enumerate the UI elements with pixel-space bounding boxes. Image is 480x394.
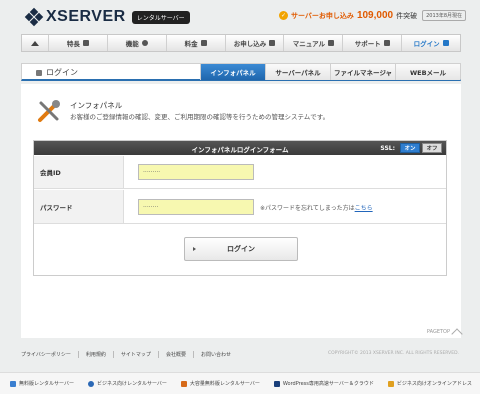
partner-link-large-capacity[interactable]: 大容量無料版レンタルサーバー [180,380,260,387]
partner-logo-icon [180,380,187,387]
nav-apply[interactable]: お申し込み [224,35,284,51]
footer-link-contact[interactable]: お問い合わせ [194,351,238,358]
page-title: ログイン [36,67,78,78]
promo-label: サーバーお申し込み [291,11,354,20]
book-icon [328,40,335,46]
nav-support[interactable]: サポート [342,35,401,51]
footer-link-privacy[interactable]: プライバシーポリシー [21,351,79,358]
nav-pricing[interactable]: 料金 [165,35,225,51]
promo-banner: ✓ サーバーお申し込み 109,000 件突破 2013年8月現在 [279,10,466,21]
partner-link-business[interactable]: ビジネス向けレンタルサーバー [87,380,167,387]
partner-logo-icon [387,380,394,387]
promo-date: 2013年8月現在 [422,10,466,21]
tag-icon [200,40,207,46]
nav-home[interactable] [22,35,48,51]
forgot-password-link[interactable]: こちら [355,205,373,212]
partner-logo-icon [273,380,280,387]
nav-features[interactable]: 特長 [48,35,107,51]
padlock-icon [36,69,42,76]
monitor-icon [82,40,89,46]
password-row: パスワード ※パスワードを忘れてしまった方はこちら [34,190,446,224]
forgot-password-text: ※パスワードを忘れてしまった方はこちら [260,205,373,212]
pagetop-link[interactable]: PAGETOP [427,326,463,340]
member-id-input[interactable] [138,164,254,180]
person-icon [383,40,390,46]
chevron-up-icon [451,328,463,340]
footer-link-terms[interactable]: 利用規約 [79,351,114,358]
mouse-icon [141,40,148,46]
member-id-label: 会員ID [34,156,124,188]
copyright: COPYRIGHT© 2013 XSERVER INC. ALL RIGHTS … [327,351,459,356]
tab-file-manager[interactable]: ファイルマネージャ [330,64,395,80]
form-header: インフォパネルログインフォーム SSL: オン オフ [34,141,446,155]
promo-count: 109,000 [356,10,394,21]
lock-icon [442,40,449,46]
nav-functions[interactable]: 機能 [106,35,166,51]
partner-links: 無料版レンタルサーバー ビジネス向けレンタルサーバー 大容量無料版レンタルサーバ… [0,372,480,394]
intro-title: インフォパネル [70,101,123,110]
partner-logo-icon [87,380,94,387]
tab-webmail[interactable]: WEBメール [395,64,460,80]
password-input[interactable] [138,199,254,215]
ssl-toggle: SSL: オン オフ [380,143,442,153]
pencil-icon [269,40,276,46]
password-label: パスワード [34,190,124,223]
tab-info-panel[interactable]: インフォパネル [200,64,265,80]
footer-link-company[interactable]: 会社概要 [159,351,194,358]
ssl-off-button[interactable]: オフ [422,143,442,153]
nav-login[interactable]: ログイン [401,35,460,51]
nav-manual[interactable]: マニュアル [283,35,342,51]
promo-suffix: 件突破 [396,11,418,20]
main-nav: 特長 機能 料金 お申し込み マニュアル サポート ログイン [21,34,461,52]
brand-name: XSERVER [46,8,126,25]
partner-link-wordpress[interactable]: WordPress専用高速サーバー＆クラウド [273,380,374,387]
partner-link-free-server[interactable]: 無料版レンタルサーバー [10,380,74,387]
member-id-row: 会員ID [34,156,446,189]
tools-icon [38,100,60,122]
tab-server-panel[interactable]: サーバーパネル [265,64,330,80]
logo-diamonds-icon [24,7,44,27]
home-icon [31,40,39,46]
ssl-on-button[interactable]: オン [400,143,420,153]
footer-links: プライバシーポリシー 利用規約 サイトマップ 会社概要 お問い合わせ [21,351,238,358]
panel-tabs: インフォパネル サーバーパネル ファイルマネージャ WEBメール [200,64,460,80]
arrow-right-icon [193,247,196,251]
footer-link-sitemap[interactable]: サイトマップ [114,351,159,358]
coin-icon: ✓ [279,11,288,20]
section-bar: ログイン インフォパネル サーバーパネル ファイルマネージャ WEBメール [21,63,461,81]
brand-badge: レンタルサーバー [131,10,190,24]
login-form: インフォパネルログインフォーム SSL: オン オフ 会員ID パスワード ※パ… [33,140,447,276]
partner-logo-icon [10,380,16,387]
partner-link-online-address[interactable]: ビジネス向けオンラインアドレス [387,380,472,387]
login-button[interactable]: ログイン [184,237,298,261]
xserver-logo[interactable]: XSERVER レンタルサーバー [24,7,190,27]
intro-description: お客様のご登録情報の確認、変更、ご利用期限の確認等を行うための管理システムです。 [70,113,330,121]
ssl-label: SSL: [380,144,395,152]
